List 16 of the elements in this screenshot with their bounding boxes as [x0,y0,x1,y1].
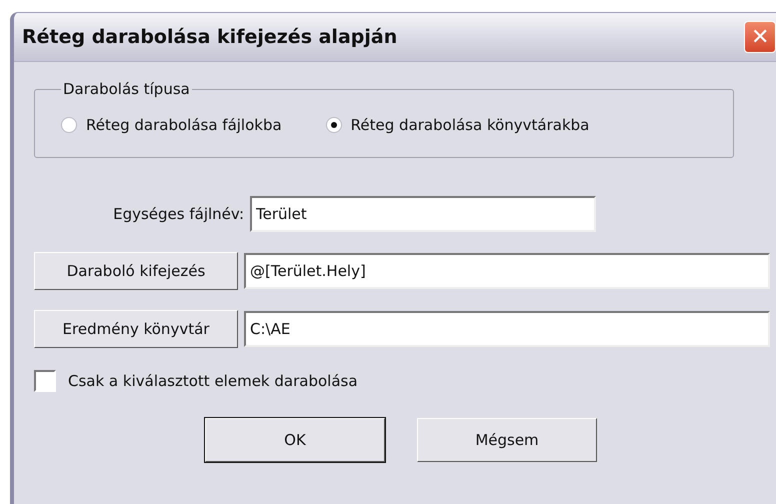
radio-label: Réteg darabolása fájlokba [86,116,282,134]
field-button[interactable]: Eredmény könyvtár [34,310,238,348]
checkbox-label: Csak a kiválasztott elemek darabolása [68,372,358,390]
field-button[interactable]: Daraboló kifejezés [34,252,238,290]
radio-label: Réteg darabolása könyvtárakba [350,116,590,134]
ok-button[interactable]: OK [205,418,385,462]
radio-button[interactable] [61,117,77,133]
window-title: Réteg darabolása kifejezés alapján [22,26,398,48]
text-field[interactable]: @[Terület.Hely] [244,253,770,289]
text-field[interactable]: C:\AE [244,311,770,347]
text-field[interactable]: Terület [250,196,596,232]
field-label: Egységes fájlnév: [112,205,244,223]
radio-button[interactable] [326,117,342,133]
checkbox[interactable] [34,370,56,392]
cancel-button[interactable]: Mégsem [417,418,597,462]
group-legend: Darabolás típusa [61,80,192,98]
